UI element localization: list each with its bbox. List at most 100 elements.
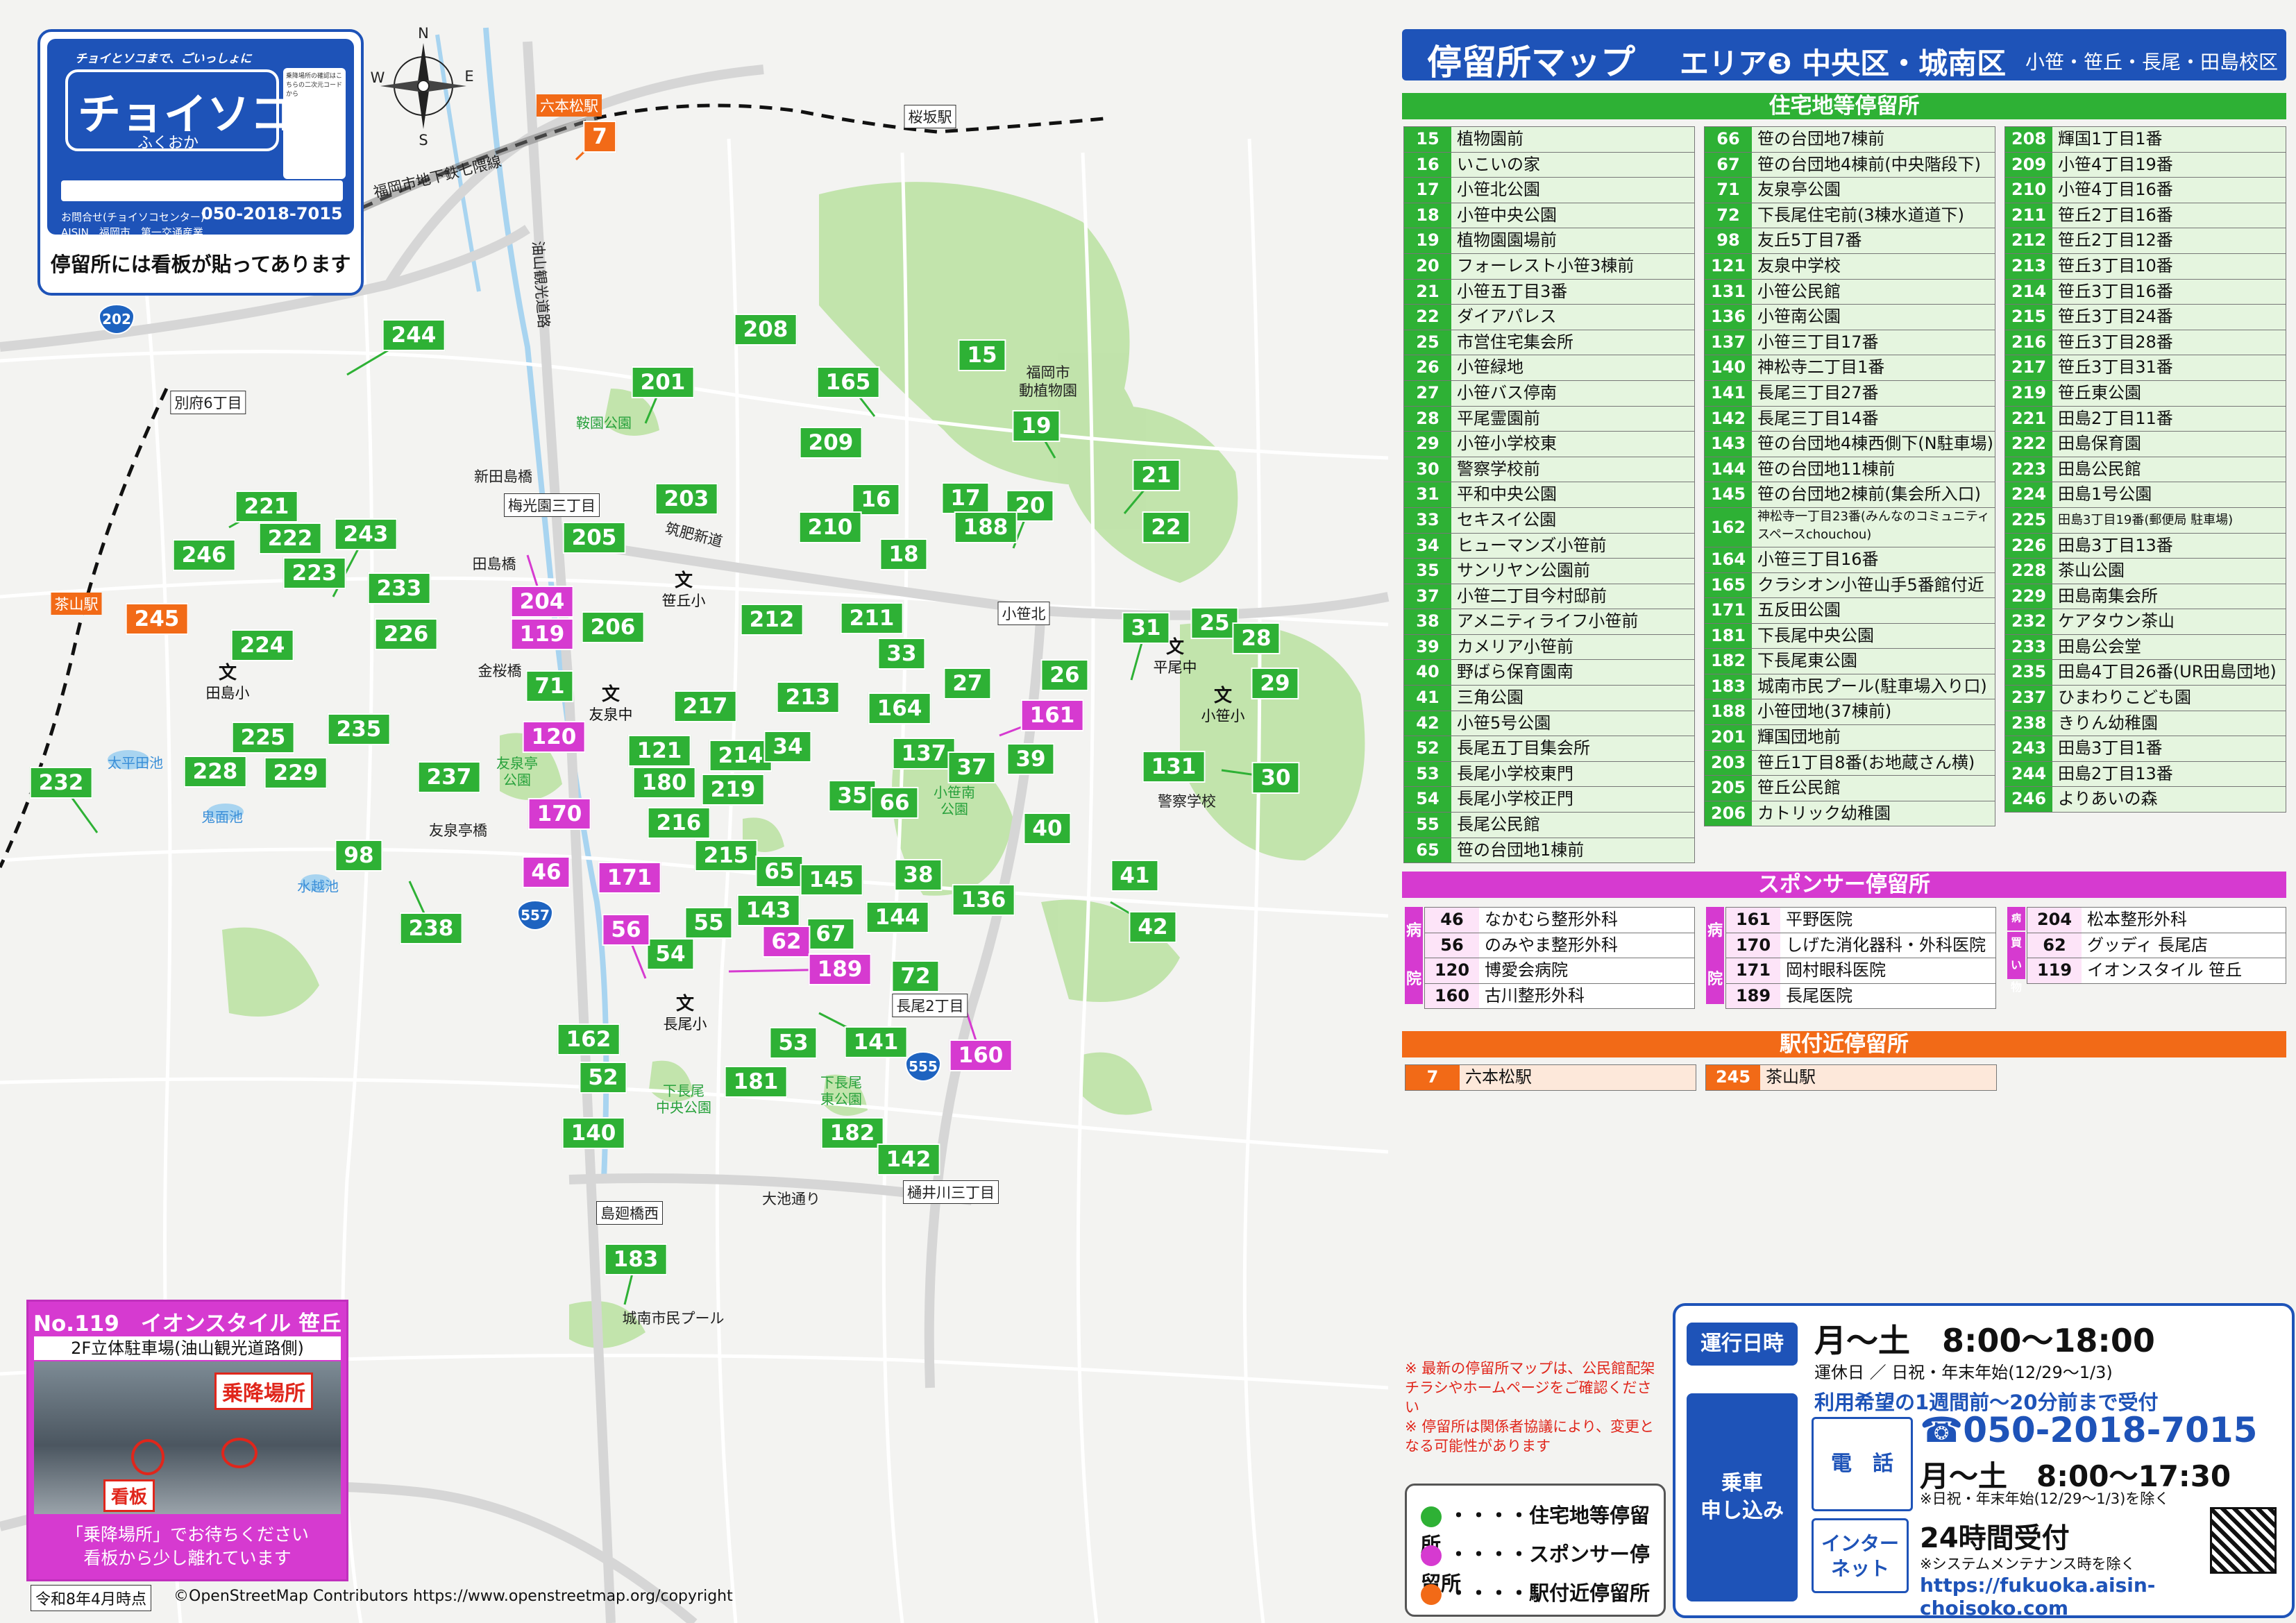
sponsor-stop-marker-62[interactable]: 62 bbox=[762, 926, 811, 958]
sponsor-stop-marker-46[interactable]: 46 bbox=[522, 856, 571, 888]
residential-stop-marker-225[interactable]: 225 bbox=[231, 722, 295, 754]
residential-stop-marker-246[interactable]: 246 bbox=[172, 539, 236, 571]
residential-stop-marker-55[interactable]: 55 bbox=[684, 907, 733, 939]
sponsor-stop-marker-170[interactable]: 170 bbox=[527, 798, 591, 830]
station-stop-marker-245[interactable]: 245 bbox=[125, 603, 189, 635]
residential-stop-marker-219[interactable]: 219 bbox=[701, 774, 765, 806]
residential-stop-marker-206[interactable]: 206 bbox=[581, 611, 645, 643]
residential-stop-marker-244[interactable]: 244 bbox=[382, 319, 446, 351]
residential-stop-marker-212[interactable]: 212 bbox=[740, 604, 804, 636]
qr-code-icon[interactable] bbox=[2210, 1507, 2277, 1574]
residential-stop-marker-222[interactable]: 222 bbox=[258, 522, 322, 554]
residential-stop-marker-72[interactable]: 72 bbox=[891, 960, 940, 992]
residential-stop-marker-19[interactable]: 19 bbox=[1012, 410, 1061, 442]
residential-stop-marker-209[interactable]: 209 bbox=[799, 427, 863, 459]
residential-stop-marker-223[interactable]: 223 bbox=[282, 557, 346, 589]
residential-stop-marker-145[interactable]: 145 bbox=[800, 864, 863, 896]
residential-stop-marker-224[interactable]: 224 bbox=[230, 629, 294, 661]
residential-stop-marker-136[interactable]: 136 bbox=[952, 884, 1015, 916]
residential-stop-marker-232[interactable]: 232 bbox=[29, 767, 93, 799]
residential-stop-marker-221[interactable]: 221 bbox=[235, 491, 298, 522]
residential-stop-marker-217[interactable]: 217 bbox=[673, 690, 737, 722]
logo-sub: ふくおか bbox=[137, 135, 199, 152]
website-link[interactable]: https://fukuoka.aisin-choisoko.com bbox=[1920, 1574, 2292, 1620]
station-stop-marker-7[interactable]: 7 bbox=[583, 121, 616, 153]
residential-stop-marker-42[interactable]: 42 bbox=[1129, 911, 1177, 943]
residential-stop-marker-237[interactable]: 237 bbox=[417, 761, 481, 793]
residential-stop-marker-18[interactable]: 18 bbox=[879, 538, 928, 570]
residential-stop-marker-210[interactable]: 210 bbox=[798, 511, 862, 543]
residential-stop-marker-213[interactable]: 213 bbox=[776, 681, 840, 713]
residential-stop-marker-208[interactable]: 208 bbox=[734, 314, 797, 346]
residential-stop-marker-233[interactable]: 233 bbox=[367, 572, 431, 604]
residential-stop-marker-142[interactable]: 142 bbox=[877, 1144, 940, 1175]
residential-stop-marker-39[interactable]: 39 bbox=[1006, 743, 1055, 775]
residential-stop-marker-235[interactable]: 235 bbox=[327, 713, 391, 745]
residential-stop-marker-211[interactable]: 211 bbox=[840, 602, 904, 634]
residential-stop-marker-54[interactable]: 54 bbox=[646, 938, 695, 970]
residential-stop-marker-71[interactable]: 71 bbox=[525, 670, 574, 702]
residential-stop-marker-238[interactable]: 238 bbox=[399, 912, 463, 944]
sponsor-stop-marker-204[interactable]: 204 bbox=[510, 586, 574, 618]
residential-stop-marker-40[interactable]: 40 bbox=[1023, 813, 1072, 844]
residential-stop-marker-33[interactable]: 33 bbox=[877, 638, 926, 670]
residential-stop-marker-205[interactable]: 205 bbox=[562, 522, 626, 554]
residential-stop-marker-37[interactable]: 37 bbox=[947, 751, 996, 783]
residential-stop-marker-188[interactable]: 188 bbox=[954, 511, 1018, 543]
residential-stop-marker-29[interactable]: 29 bbox=[1251, 668, 1299, 699]
residential-stop-marker-214[interactable]: 214 bbox=[709, 740, 773, 772]
qr-code-icon[interactable]: 乗降場所の確認はこちらの二次元コードから bbox=[283, 68, 346, 179]
residential-stop-marker-31[interactable]: 31 bbox=[1122, 612, 1170, 644]
sponsor-stop-marker-171[interactable]: 171 bbox=[598, 862, 661, 894]
residential-row-171: 171 五反田公園 bbox=[1704, 598, 1995, 624]
residential-stop-marker-226[interactable]: 226 bbox=[374, 618, 438, 650]
sponsor-stop-marker-56[interactable]: 56 bbox=[602, 914, 650, 946]
residential-stop-marker-216[interactable]: 216 bbox=[647, 807, 711, 839]
residential-stop-marker-137[interactable]: 137 bbox=[892, 738, 956, 770]
residential-stop-marker-182[interactable]: 182 bbox=[820, 1117, 884, 1149]
residential-stop-marker-201[interactable]: 201 bbox=[631, 366, 695, 398]
residential-stop-marker-27[interactable]: 27 bbox=[943, 668, 992, 699]
residential-stop-marker-15[interactable]: 15 bbox=[958, 339, 1006, 371]
residential-stop-marker-25[interactable]: 25 bbox=[1190, 607, 1239, 639]
residential-stop-marker-140[interactable]: 140 bbox=[562, 1117, 625, 1149]
residential-stop-marker-228[interactable]: 228 bbox=[183, 756, 247, 788]
residential-stop-marker-65[interactable]: 65 bbox=[755, 856, 804, 887]
sponsor-stop-marker-120[interactable]: 120 bbox=[522, 721, 586, 753]
residential-stop-marker-229[interactable]: 229 bbox=[264, 757, 328, 789]
residential-stop-marker-162[interactable]: 162 bbox=[557, 1023, 621, 1055]
residential-stop-marker-21[interactable]: 21 bbox=[1132, 459, 1181, 491]
residential-stop-marker-35[interactable]: 35 bbox=[828, 780, 877, 812]
residential-stop-marker-181[interactable]: 181 bbox=[724, 1066, 788, 1098]
residential-stop-marker-38[interactable]: 38 bbox=[894, 859, 943, 891]
sponsor-stop-marker-160[interactable]: 160 bbox=[949, 1039, 1013, 1071]
sponsor-stop-marker-161[interactable]: 161 bbox=[1020, 699, 1084, 731]
residential-stop-marker-34[interactable]: 34 bbox=[763, 731, 812, 763]
residential-stop-marker-52[interactable]: 52 bbox=[579, 1062, 627, 1094]
residential-stop-marker-30[interactable]: 30 bbox=[1251, 762, 1300, 794]
residential-stop-marker-215[interactable]: 215 bbox=[694, 840, 758, 872]
residential-stop-marker-28[interactable]: 28 bbox=[1232, 622, 1281, 654]
residential-stop-marker-53[interactable]: 53 bbox=[769, 1027, 818, 1059]
residential-stop-marker-17[interactable]: 17 bbox=[941, 482, 990, 514]
residential-stop-marker-183[interactable]: 183 bbox=[604, 1243, 668, 1275]
residential-stop-marker-243[interactable]: 243 bbox=[334, 518, 398, 550]
residential-stop-marker-67[interactable]: 67 bbox=[807, 918, 855, 950]
residential-stop-marker-165[interactable]: 165 bbox=[816, 366, 880, 398]
residential-stop-marker-121[interactable]: 121 bbox=[627, 735, 691, 767]
residential-stop-marker-131[interactable]: 131 bbox=[1142, 751, 1206, 783]
residential-stop-marker-141[interactable]: 141 bbox=[844, 1026, 908, 1058]
sponsor-stop-marker-189[interactable]: 189 bbox=[808, 953, 872, 985]
residential-stop-marker-22[interactable]: 22 bbox=[1142, 511, 1190, 543]
residential-stop-marker-164[interactable]: 164 bbox=[868, 692, 931, 724]
residential-stop-marker-66[interactable]: 66 bbox=[870, 787, 919, 819]
residential-stop-marker-41[interactable]: 41 bbox=[1111, 860, 1159, 892]
sponsor-stop-marker-119[interactable]: 119 bbox=[510, 618, 574, 650]
residential-stop-marker-98[interactable]: 98 bbox=[335, 840, 383, 872]
residential-stop-marker-26[interactable]: 26 bbox=[1040, 659, 1089, 691]
residential-stop-marker-143[interactable]: 143 bbox=[736, 894, 800, 926]
residential-stop-marker-203[interactable]: 203 bbox=[655, 483, 718, 515]
residential-stop-marker-180[interactable]: 180 bbox=[632, 767, 696, 799]
residential-stop-marker-144[interactable]: 144 bbox=[866, 901, 929, 933]
phone-number[interactable]: ☎050-2018-7015 bbox=[1920, 1410, 2257, 1450]
